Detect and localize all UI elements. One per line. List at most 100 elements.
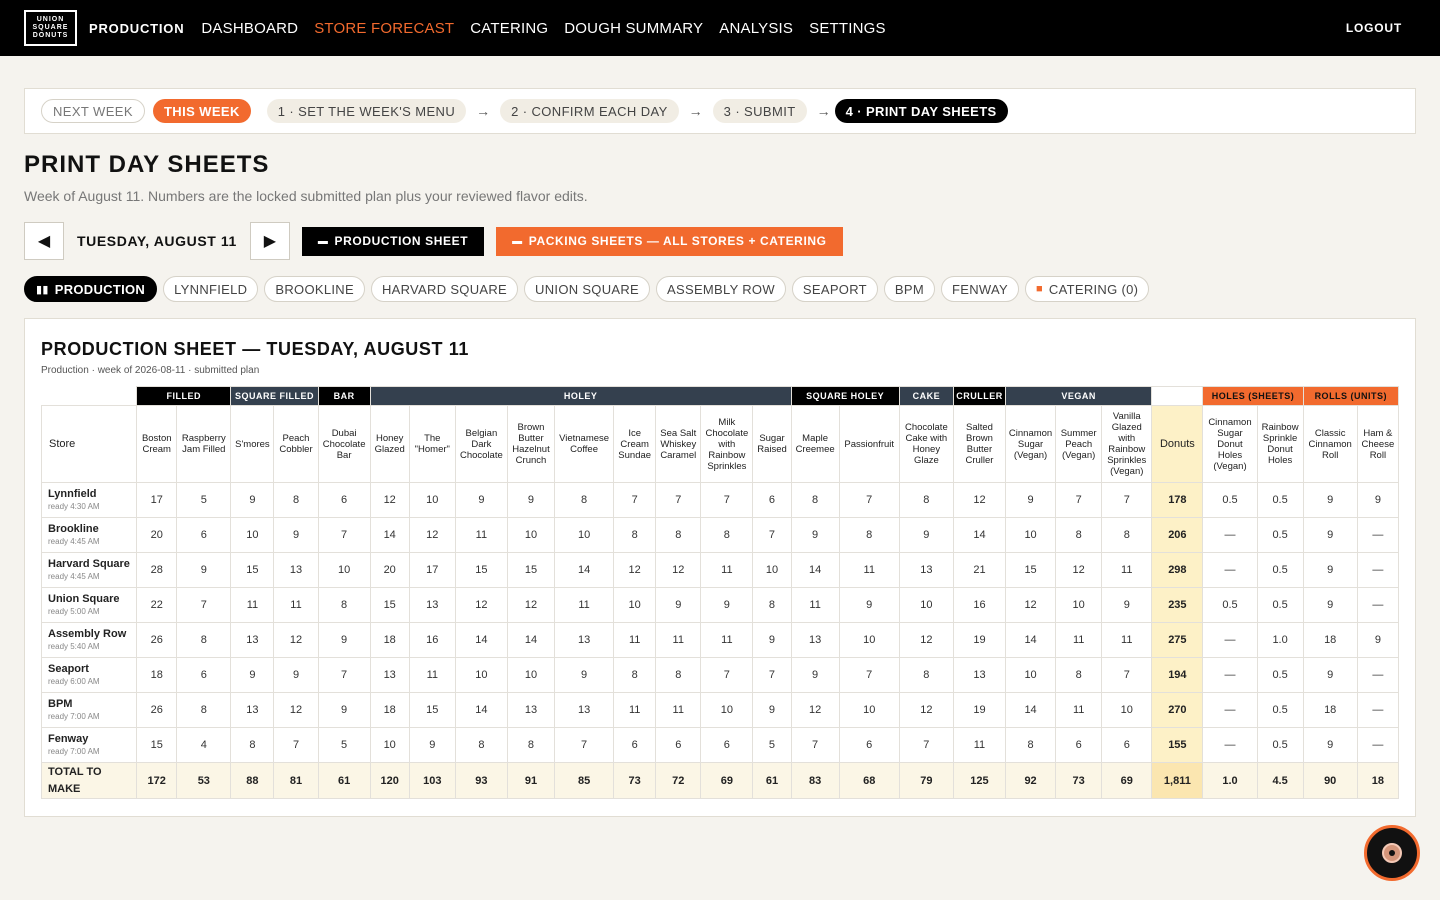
step-set-menu[interactable]: 1 · SET THE WEEK'S MENU xyxy=(266,99,467,123)
total-cell: 73 xyxy=(613,762,657,799)
quantity-cell: 19 xyxy=(952,622,1007,658)
total-cell: 53 xyxy=(176,762,232,799)
quantity-cell: 13 xyxy=(506,692,556,728)
column-header: Ham & Cheese Roll xyxy=(1356,405,1400,483)
quantity-cell: 11 xyxy=(1055,622,1103,658)
quantity-cell: 11 xyxy=(408,657,456,693)
quantity-cell: 9 xyxy=(898,517,954,553)
tab-label: PRODUCTION xyxy=(54,281,146,297)
quantity-cell: 12 xyxy=(790,692,840,728)
nav-settings[interactable]: SETTINGS xyxy=(809,20,886,37)
tab-union-square[interactable]: UNION SQUARE xyxy=(524,276,651,302)
packing-sheets-button[interactable]: ▬ PACKING SHEETS — ALL STORES + CATERING xyxy=(496,226,843,256)
step-confirm-day[interactable]: 2 · CONFIRM EACH DAY xyxy=(500,99,679,123)
tab-lynnfield[interactable]: LYNNFIELD xyxy=(163,276,259,302)
logout-button[interactable]: LOGOUT xyxy=(1346,21,1402,35)
store-cell: BPM ready 7:00 AM xyxy=(40,692,138,728)
group-square-filled: SQUARE FILLED xyxy=(230,386,319,406)
store-name: Harvard Square xyxy=(48,558,130,570)
next-day-button[interactable]: ▶ xyxy=(249,222,290,260)
quantity-cell: 0.5 xyxy=(1256,727,1304,763)
tab-bpm[interactable]: BPM xyxy=(883,276,935,302)
prev-day-button[interactable]: ◀ xyxy=(24,222,64,260)
ready-time: ready 5:00 AM xyxy=(48,607,100,616)
quantity-cell: 9 xyxy=(838,587,900,623)
quantity-cell: — xyxy=(1356,587,1400,623)
quantity-cell: 8 xyxy=(790,482,840,518)
production-sheet-button[interactable]: ▬ PRODUCTION SHEET xyxy=(301,226,485,256)
current-day-label: TUESDAY, AUGUST 11 xyxy=(77,233,237,249)
print-icon: ▬ xyxy=(512,235,523,247)
table-body: Lynnfield ready 4:30 AM 17 5 9 8 6 12 10 9 9 8 7 7 7 6 8… xyxy=(40,482,1400,799)
group-holey: HOLEY xyxy=(369,386,792,406)
quantity-cell: 6 xyxy=(1101,727,1153,763)
quantity-cell: 22 xyxy=(136,587,178,623)
tab-fenway[interactable]: FENWAY xyxy=(941,276,1019,302)
group-square-holey: SQUARE HOLEY xyxy=(790,386,900,406)
step-submit[interactable]: 3 · SUBMIT xyxy=(712,99,807,123)
this-week-toggle[interactable]: THIS WEEK xyxy=(152,99,251,123)
quantity-cell: 8 xyxy=(1005,727,1057,763)
quantity-cell: 11 xyxy=(454,517,508,553)
nav-store-forecast[interactable]: STORE FORECAST xyxy=(314,20,454,37)
nav-analysis[interactable]: ANALYSIS xyxy=(719,20,793,37)
next-week-toggle[interactable]: NEXT WEEK xyxy=(41,99,145,123)
quantity-cell: 8 xyxy=(613,657,657,693)
quantity-cell: 11 xyxy=(655,622,702,658)
quantity-cell: 7 xyxy=(752,517,792,553)
quantity-cell: 9 xyxy=(1302,517,1358,553)
nav-production[interactable]: PRODUCTION xyxy=(89,21,184,36)
quantity-cell: 10 xyxy=(700,692,754,728)
quantity-cell: 20 xyxy=(136,517,178,553)
ready-time: ready 7:00 AM xyxy=(48,747,100,756)
total-cell: 81 xyxy=(273,762,319,799)
quantity-cell: 0.5 xyxy=(1256,657,1304,693)
quantity-cell: 9 xyxy=(1302,587,1358,623)
quantity-cell: 11 xyxy=(700,622,754,658)
store-cell: Harvard Square ready 4:45 AM xyxy=(40,552,138,588)
tab-catering[interactable]: ■ CATERING (0) xyxy=(1024,276,1150,302)
column-header: Cinnamon Sugar (Vegan) xyxy=(1005,405,1057,483)
quantity-cell: 15 xyxy=(506,552,556,588)
column-header: Raspberry Jam Filled xyxy=(176,405,232,483)
donuts-total-cell: 194 xyxy=(1151,657,1204,693)
group-cruller: CRULLER xyxy=(952,386,1007,406)
quantity-cell: 0.5 xyxy=(1256,517,1304,553)
quantity-cell: 8 xyxy=(700,517,754,553)
nav-dough-summary[interactable]: DOUGH SUMMARY xyxy=(564,20,703,37)
column-header: Cinnamon Sugar Donut Holes (Vegan) xyxy=(1202,405,1258,483)
brand-logo[interactable]: UNION SQUARE DONUTS xyxy=(24,10,77,46)
table-row: Seaport ready 6:00 AM 18 6 9 9 7 13 11 10 10 9 8 8 7 7 9… xyxy=(40,657,1400,693)
total-cell: 90 xyxy=(1302,762,1358,799)
step-print-day-sheets[interactable]: 4 · PRINT DAY SHEETS xyxy=(834,99,1008,123)
quantity-cell: 12 xyxy=(506,587,556,623)
tab-assembly-row[interactable]: ASSEMBLY ROW xyxy=(656,276,786,302)
quantity-cell: 9 xyxy=(790,517,840,553)
quantity-cell: 10 xyxy=(752,552,792,588)
sheet-subtitle: Production · week of 2026-08-11 · submit… xyxy=(41,365,260,376)
column-header: Vietnamese Coffee xyxy=(554,405,615,483)
tab-harvard-square[interactable]: HARVARD SQUARE xyxy=(370,276,519,302)
donuts-total-cell: 235 xyxy=(1151,587,1204,623)
tab-brookline[interactable]: BROOKLINE xyxy=(264,276,365,302)
ready-time: ready 4:45 AM xyxy=(48,537,100,546)
group-rolls: ROLLS (UNITS) xyxy=(1302,386,1400,406)
tab-seaport[interactable]: SEAPORT xyxy=(791,276,878,302)
store-name: Lynnfield xyxy=(48,488,97,500)
tab-production[interactable]: ▮▮ PRODUCTION xyxy=(24,276,158,302)
quantity-cell: 11 xyxy=(790,587,840,623)
quantity-cell: 12 xyxy=(613,552,657,588)
quantity-cell: 5 xyxy=(752,727,792,763)
nav-catering[interactable]: CATERING xyxy=(470,20,548,37)
quantity-cell: 8 xyxy=(898,482,954,518)
nav-dashboard[interactable]: DASHBOARD xyxy=(201,20,298,37)
store-name: Brookline xyxy=(48,523,99,535)
quantity-cell: 28 xyxy=(136,552,178,588)
quantity-cell: 0.5 xyxy=(1202,587,1258,623)
step-arrow-icon: → xyxy=(688,103,703,119)
quantity-cell: 18 xyxy=(1302,622,1358,658)
quantity-cell: — xyxy=(1356,727,1400,763)
floating-donut-button[interactable] xyxy=(1364,825,1420,881)
quantity-cell: 7 xyxy=(700,482,754,518)
quantity-cell: 18 xyxy=(369,692,410,728)
